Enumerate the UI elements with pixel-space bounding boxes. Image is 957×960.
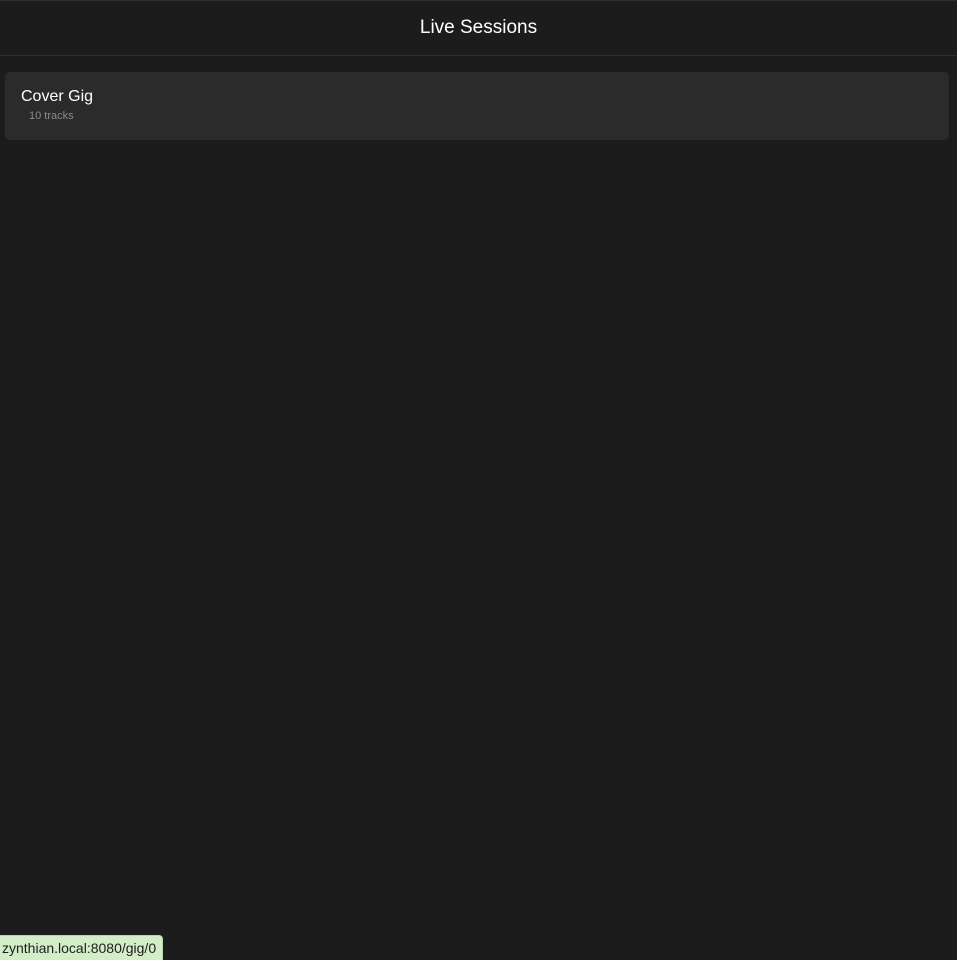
page: Live Sessions Cover Gig 10 tracks zynthi… (0, 0, 957, 960)
page-title: Live Sessions (419, 17, 538, 38)
session-track-count: 10 tracks (29, 110, 74, 122)
session-list: Cover Gig 10 tracks (0, 56, 957, 140)
header: Live Sessions (0, 1, 957, 56)
session-card-cover-gig[interactable]: Cover Gig 10 tracks (5, 72, 949, 140)
link-status-url: zynthian.local:8080/gig/0 (0, 935, 164, 960)
session-name: Cover Gig (21, 88, 94, 105)
